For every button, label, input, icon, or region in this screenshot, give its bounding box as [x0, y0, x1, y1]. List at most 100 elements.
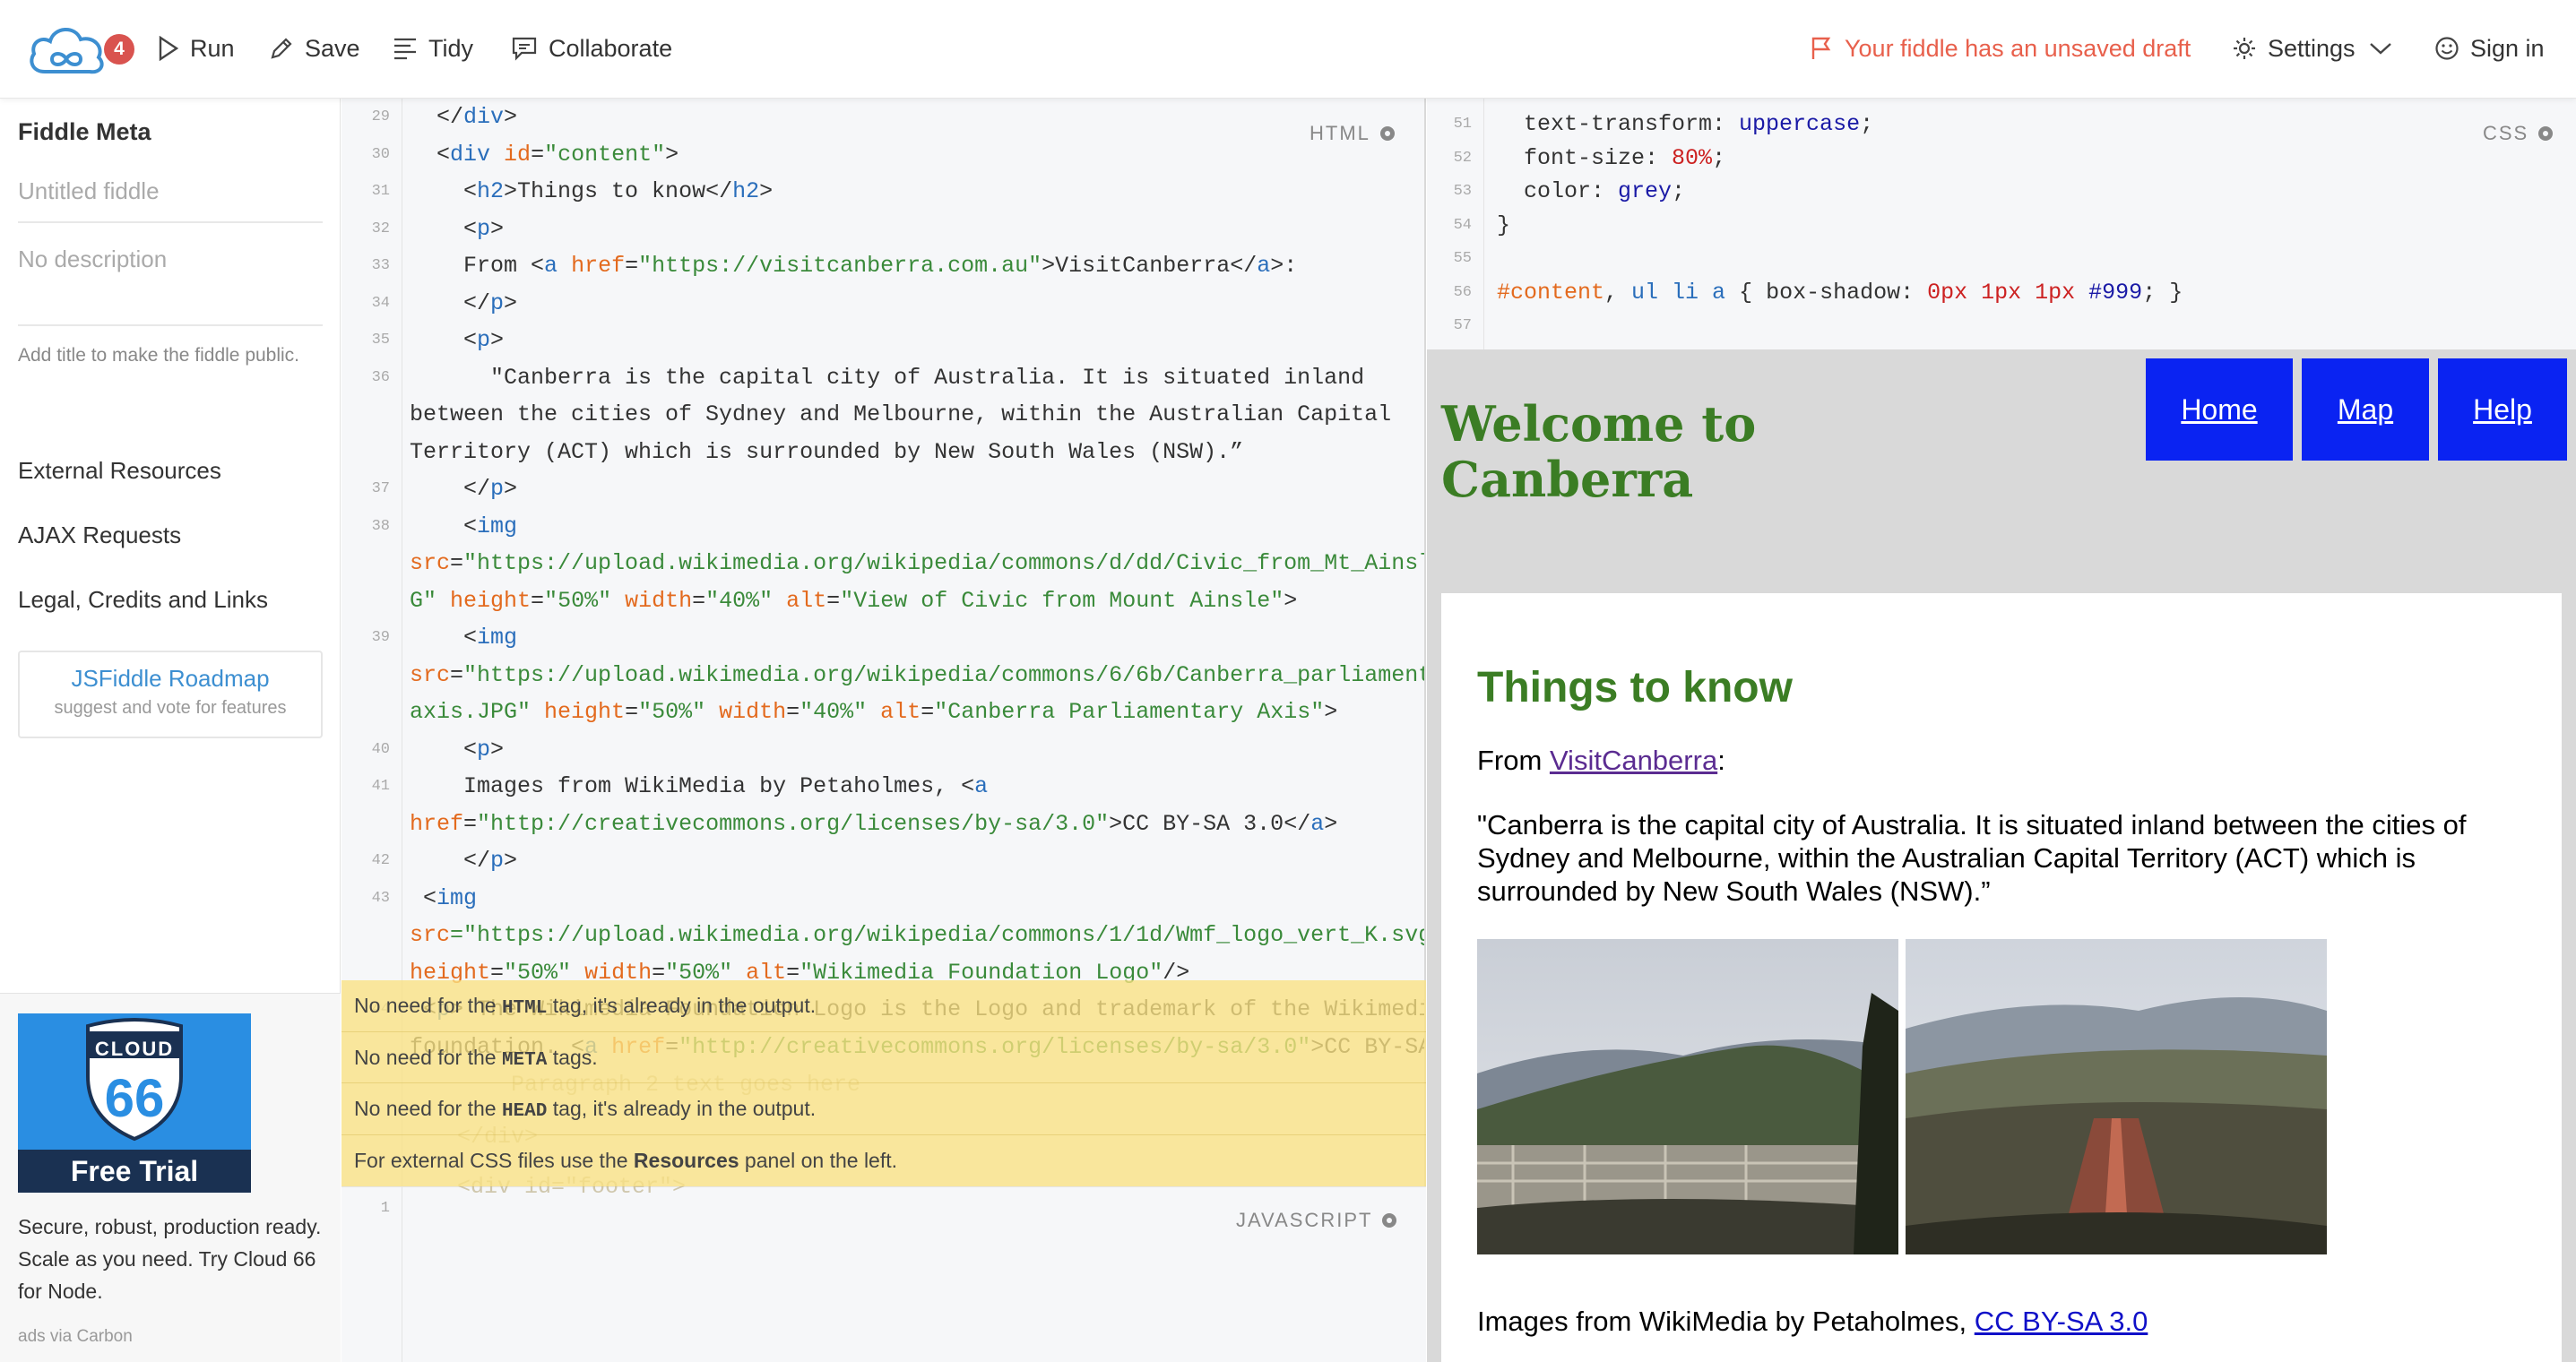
- code-token: "40%": [800, 699, 868, 725]
- code-token: 0px 1px 1px: [1927, 279, 2076, 306]
- things-to-know-heading: Things to know: [1477, 664, 1793, 711]
- code-token: "https://upload.wikimedia.org/wikipedia/…: [463, 661, 1426, 688]
- code-token: >: [504, 848, 518, 874]
- javascript-label-text: JAVASCRIPT: [1236, 1209, 1373, 1231]
- code-token: "50%": [638, 699, 706, 725]
- sidebar-item-legal-credits[interactable]: Legal, Credits and Links: [18, 586, 268, 614]
- roadmap-title: JSFiddle Roadmap: [71, 665, 270, 692]
- code-text: color: grey;: [1497, 175, 1685, 209]
- landscape-photo-icon: [1906, 939, 2327, 1254]
- code-token: p: [477, 215, 491, 242]
- code-token: href: [571, 253, 626, 279]
- from-text: From: [1477, 745, 1550, 776]
- ads-via-carbon[interactable]: ads via Carbon: [18, 1327, 133, 1347]
- code-token: =: [625, 699, 639, 725]
- draft-label: Your fiddle has an unsaved draft: [1845, 34, 2191, 62]
- sidebar-item-external-resources[interactable]: External Resources: [18, 457, 221, 485]
- code-token: src: [410, 922, 451, 948]
- code-token: { box-shadow:: [1725, 279, 1928, 306]
- code-token: ul li a: [1631, 279, 1726, 306]
- code-token: </: [410, 476, 491, 502]
- notification-badge[interactable]: 4: [104, 34, 134, 65]
- tidy-button[interactable]: Tidy: [393, 32, 473, 65]
- code-token: ; }: [2142, 279, 2183, 306]
- css-panel-label[interactable]: CSS: [2483, 122, 2555, 145]
- align-left-icon: [394, 38, 416, 60]
- collaborate-button[interactable]: Collaborate: [511, 32, 672, 65]
- code-text: src="https://upload.wikimedia.org/wikipe…: [410, 547, 1424, 581]
- javascript-panel-label[interactable]: JAVASCRIPT: [1236, 1209, 1399, 1232]
- visit-canberra-link[interactable]: VisitCanberra: [1550, 745, 1717, 776]
- warning-meta-tag: No need for the META tags.: [341, 1032, 1426, 1083]
- free-trial-label: Free Trial: [18, 1150, 251, 1193]
- code-token: alt: [786, 587, 827, 614]
- sign-in-button[interactable]: Sign in: [2434, 32, 2545, 65]
- line-number: 37: [371, 480, 390, 497]
- code-token: =: [692, 587, 706, 614]
- warning-text: panel on the left.: [739, 1148, 898, 1172]
- code-token: <: [410, 215, 478, 242]
- line-number: 57: [1453, 317, 1472, 334]
- css-label-text: CSS: [2483, 122, 2529, 144]
- code-token: =: [463, 810, 478, 837]
- line-number: 32: [371, 220, 390, 237]
- line-number: 31: [371, 183, 390, 200]
- code-token: a: [1310, 810, 1325, 837]
- code-text: </p>: [410, 472, 517, 506]
- warning-text: tag, it's already in the output.: [547, 1097, 817, 1120]
- nav-map-button[interactable]: Map: [2302, 358, 2429, 461]
- content-section: Things to know From VisitCanberra: "Canb…: [1441, 593, 2562, 1362]
- code-token: src: [410, 550, 451, 576]
- code-token: width: [625, 587, 693, 614]
- run-button[interactable]: Run: [158, 32, 235, 65]
- code-text: src="https://upload.wikimedia.org/wikipe…: [410, 918, 1424, 953]
- result-preview[interactable]: Welcome to Canberra Home Map Help Things…: [1427, 349, 2576, 1362]
- code-token: font-size:: [1497, 144, 1673, 171]
- code-token: "content": [544, 141, 666, 168]
- code-token: G": [410, 587, 437, 614]
- html-panel-label[interactable]: HTML: [1310, 122, 1397, 145]
- code-token: =: [450, 661, 464, 688]
- code-text: <img: [410, 621, 517, 655]
- from-suffix: :: [1717, 745, 1725, 776]
- save-button[interactable]: Save: [269, 32, 360, 65]
- line-number: 39: [371, 629, 390, 646]
- code-token: =: [531, 141, 545, 168]
- code-text: #content, ul li a { box-shadow: 0px 1px …: [1497, 276, 2183, 310]
- nav-help-button[interactable]: Help: [2438, 358, 2567, 461]
- sidebar-item-ajax-requests[interactable]: AJAX Requests: [18, 522, 181, 549]
- ad-text[interactable]: Secure, robust, production ready. Scale …: [18, 1211, 323, 1307]
- code-token: <: [410, 884, 437, 911]
- jsfiddle-logo[interactable]: 4: [25, 16, 134, 79]
- javascript-editor-panel[interactable]: 1 JAVASCRIPT: [341, 1186, 1426, 1362]
- code-token: >: [504, 476, 518, 502]
- code-token: #999: [2088, 279, 2143, 306]
- settings-button[interactable]: Settings: [2232, 32, 2404, 65]
- roadmap-button[interactable]: JSFiddle Roadmap suggest and vote for fe…: [18, 651, 323, 738]
- css-editor-panel[interactable]: 51 text-transform: uppercase; 52 font-siz…: [1427, 99, 2576, 349]
- canberra-parliamentary-axis-image: [1906, 939, 2327, 1254]
- code-token: >VisitCanberra</: [1042, 253, 1258, 279]
- top-bar: 4 Run Save Tidy Collaborate Your fiddle …: [0, 0, 2576, 99]
- code-token: 80%: [1672, 144, 1713, 171]
- code-text: G" height="50%" width="40%" alt="View of…: [410, 584, 1297, 618]
- code-token: >:: [1270, 253, 1298, 279]
- unsaved-draft-notice[interactable]: Your fiddle has an unsaved draft: [1809, 32, 2191, 65]
- code-token: >: [1324, 699, 1338, 725]
- html-label-text: HTML: [1310, 122, 1370, 144]
- cc-by-sa-link[interactable]: CC BY-SA 3.0: [1975, 1306, 2148, 1337]
- code-token: "http://creativecommons.org/licenses/by-…: [477, 810, 1110, 837]
- code-token: =: [625, 253, 639, 279]
- gear-icon: [1382, 1213, 1397, 1228]
- code-token: #content: [1497, 279, 1605, 306]
- sidebar: Fiddle Meta Untitled fiddle No descripti…: [0, 99, 341, 1362]
- fiddle-title-input[interactable]: Untitled fiddle: [18, 177, 323, 223]
- welcome-heading: Welcome to Canberra: [1441, 395, 1757, 508]
- code-token: >: [1324, 810, 1338, 837]
- fiddle-description-input[interactable]: No description: [18, 246, 323, 326]
- cloud66-ad-image[interactable]: CLOUD 66 Free Trial: [18, 1013, 251, 1193]
- nav-home-button[interactable]: Home: [2146, 358, 2293, 461]
- code-token: width: [719, 699, 787, 725]
